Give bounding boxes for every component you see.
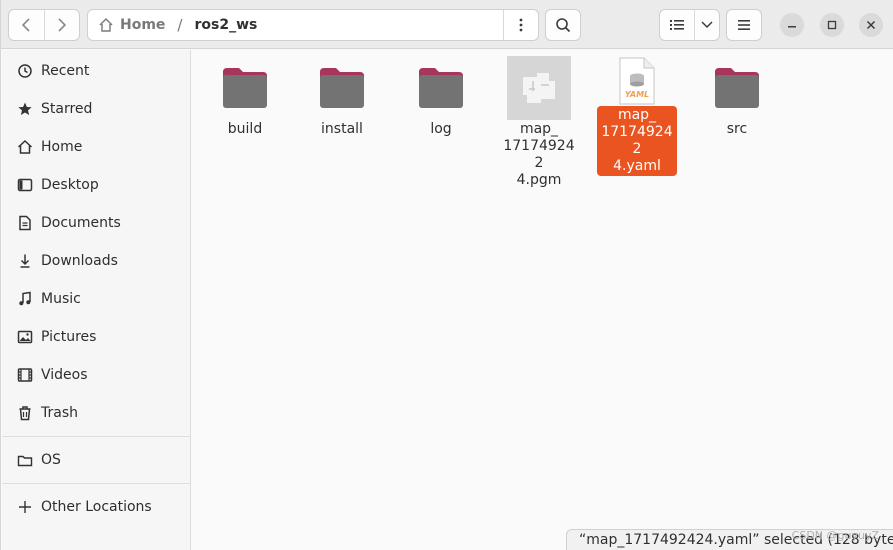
search-icon: [556, 18, 571, 33]
file-name: build: [227, 121, 263, 137]
file-name: log: [430, 121, 452, 137]
minimize-icon: [788, 26, 796, 28]
close-button[interactable]: [859, 13, 883, 37]
sidebar-item-desktop[interactable]: Desktop: [2, 167, 191, 203]
view-toggle: [659, 9, 720, 41]
sidebar-item-home[interactable]: Home: [2, 129, 191, 165]
document-icon: [16, 214, 34, 232]
maximize-button[interactable]: [820, 13, 844, 37]
sidebar-item-music[interactable]: Music: [2, 281, 191, 317]
sidebar-item-label: Desktop: [41, 177, 99, 193]
hamburger-icon: [738, 20, 750, 30]
list-view-icon: [669, 20, 684, 30]
sidebar-item-label: Music: [41, 291, 81, 307]
sidebar-item-videos[interactable]: Videos: [2, 357, 191, 393]
download-icon: [16, 252, 34, 270]
folder-icon: [310, 56, 374, 120]
chevron-right-icon: [58, 18, 66, 32]
back-button[interactable]: [9, 10, 44, 40]
view-options-button[interactable]: [693, 10, 719, 40]
vertical-dots-icon: [519, 18, 523, 32]
file-item-map-pgm[interactable]: map_ 171749242 4.pgm: [499, 56, 579, 188]
sidebar-item-label: Starred: [41, 101, 93, 117]
sidebar-item-label: Trash: [41, 405, 78, 421]
path-bar: Home / ros2_ws: [87, 9, 539, 41]
forward-button[interactable]: [43, 10, 80, 40]
sidebar-item-label: Other Locations: [41, 499, 152, 515]
sidebar-item-starred[interactable]: Starred: [2, 91, 191, 127]
drive-icon: [16, 451, 34, 469]
chevron-down-icon: [701, 21, 713, 29]
header-bar: Home / ros2_ws: [1, 0, 893, 49]
map-thumbnail-icon: [523, 73, 555, 103]
file-item-install[interactable]: install: [302, 56, 382, 176]
sidebar-item-downloads[interactable]: Downloads: [2, 243, 191, 279]
home-icon: [16, 138, 34, 156]
sidebar-item-label: OS: [41, 452, 61, 468]
home-icon: [99, 18, 113, 32]
sidebar-item-recent[interactable]: Recent: [2, 53, 191, 89]
folder-icon: [213, 56, 277, 120]
music-icon: [16, 290, 34, 308]
file-item-build[interactable]: build: [205, 56, 285, 176]
chevron-left-icon: [22, 18, 30, 32]
breadcrumb-home-label: Home: [120, 17, 166, 33]
sidebar-item-label: Home: [41, 139, 83, 155]
search-button[interactable]: [545, 9, 581, 41]
plus-icon: [16, 498, 34, 516]
navigation-buttons: [8, 9, 80, 41]
file-manager-window: Home / ros2_ws Recent Starred Home Deskt…: [0, 0, 893, 550]
list-view-button[interactable]: [660, 10, 694, 40]
video-icon: [16, 366, 34, 384]
star-icon: [16, 100, 34, 118]
picture-icon: [16, 328, 34, 346]
clock-icon: [16, 62, 34, 80]
sidebar-item-os[interactable]: OS: [2, 442, 191, 478]
sidebar-item-label: Documents: [41, 215, 121, 231]
close-icon: [866, 20, 876, 30]
main-menu-button[interactable]: [726, 9, 762, 41]
yaml-file-icon: YAML: [605, 56, 669, 106]
maximize-icon: [827, 20, 837, 30]
folder-icon: [705, 56, 769, 120]
file-name: install: [321, 121, 363, 137]
file-name: src: [726, 121, 748, 137]
desktop-icon: [16, 176, 34, 194]
sidebar-separator: [2, 483, 191, 484]
watermark: CSDN @guyuyZ: [791, 529, 879, 542]
file-name: map_ 171749242 4.yaml: [597, 106, 677, 176]
sidebar-item-trash[interactable]: Trash: [2, 395, 191, 431]
file-grid: build install log map_ 171749242 4.pgm Y…: [192, 50, 893, 550]
sidebar-item-pictures[interactable]: Pictures: [2, 319, 191, 355]
file-name: map_ 171749242 4.pgm: [503, 121, 575, 188]
image-thumbnail: [507, 56, 571, 120]
trash-icon: [16, 404, 34, 422]
breadcrumb-current[interactable]: ros2_ws: [194, 17, 503, 33]
file-item-map-yaml[interactable]: YAML map_ 171749242 4.yaml: [597, 56, 677, 176]
sidebar-item-label: Recent: [41, 63, 90, 79]
file-item-log[interactable]: log: [401, 56, 481, 176]
file-item-src[interactable]: src: [697, 56, 777, 176]
yaml-badge: YAML: [625, 90, 649, 99]
path-menu-button[interactable]: [503, 10, 538, 40]
sidebar-item-label: Videos: [41, 367, 88, 383]
sidebar-item-label: Pictures: [41, 329, 97, 345]
breadcrumb-separator: /: [177, 16, 183, 34]
breadcrumb-home[interactable]: Home: [88, 17, 165, 33]
sidebar-item-label: Downloads: [41, 253, 118, 269]
minimize-button[interactable]: [780, 13, 804, 37]
sidebar-item-other-locations[interactable]: Other Locations: [2, 489, 191, 525]
sidebar-item-documents[interactable]: Documents: [2, 205, 191, 241]
sidebar-separator: [2, 436, 191, 437]
folder-icon: [409, 56, 473, 120]
sidebar: Recent Starred Home Desktop Documents Do…: [2, 50, 191, 550]
